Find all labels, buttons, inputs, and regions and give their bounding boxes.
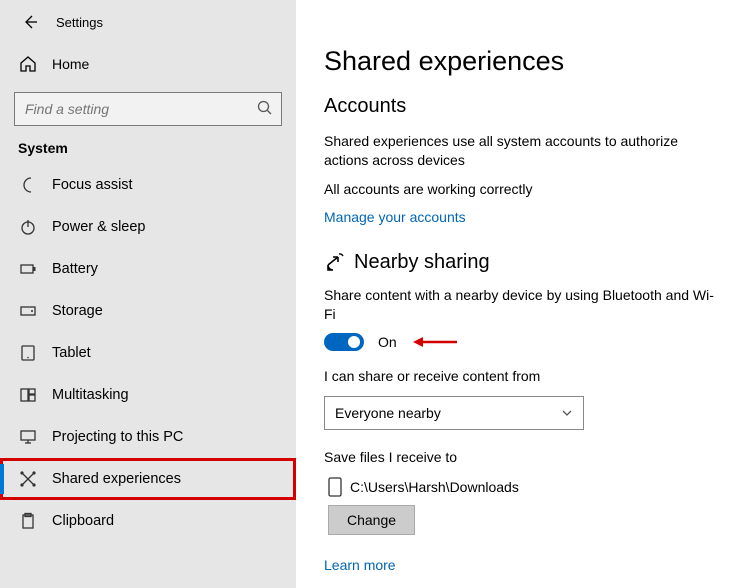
sidebar-item-label: Power & sleep — [52, 219, 146, 235]
sidebar-nav: Focus assist Power & sleep Battery Stora… — [0, 164, 296, 542]
manage-accounts-link[interactable]: Manage your accounts — [324, 209, 466, 225]
chevron-down-icon — [561, 407, 573, 419]
sidebar-item-label: Shared experiences — [52, 471, 181, 487]
accounts-body: Shared experiences use all system accoun… — [324, 132, 714, 170]
save-to-path: C:\Users\Harsh\Downloads — [350, 479, 519, 495]
sidebar-item-label: Battery — [52, 261, 98, 277]
sidebar-item-label: Projecting to this PC — [52, 429, 183, 445]
search-field-wrap — [14, 92, 282, 126]
sidebar-item-projecting[interactable]: Projecting to this PC — [0, 416, 296, 458]
learn-more-link[interactable]: Learn more — [324, 557, 396, 573]
nearby-section: Nearby sharing Share content with a near… — [324, 251, 714, 574]
sidebar-item-label: Clipboard — [52, 513, 114, 529]
sidebar-item-home[interactable]: Home — [0, 44, 296, 84]
accounts-heading: Accounts — [324, 95, 714, 118]
sidebar: Settings Home System Focus assist Power … — [0, 0, 296, 588]
sidebar-item-power-sleep[interactable]: Power & sleep — [0, 206, 296, 248]
annotation-arrow-icon — [413, 335, 457, 349]
moon-icon — [18, 176, 38, 194]
sidebar-item-label: Focus assist — [52, 177, 133, 193]
share-from-select[interactable]: Everyone nearby — [324, 396, 584, 430]
sidebar-item-multitasking[interactable]: Multitasking — [0, 374, 296, 416]
sidebar-item-tablet[interactable]: Tablet — [0, 332, 296, 374]
battery-icon — [18, 260, 38, 278]
arrow-left-icon — [22, 14, 38, 30]
share-icon — [324, 251, 346, 273]
search-icon — [256, 99, 274, 117]
titlebar: Settings — [0, 0, 296, 44]
share-from-label: I can share or receive content from — [324, 367, 714, 386]
back-button[interactable] — [18, 10, 42, 34]
share-from-value: Everyone nearby — [335, 405, 441, 421]
nearby-body: Share content with a nearby device by us… — [324, 286, 714, 324]
device-icon — [328, 477, 342, 497]
page-title: Shared experiences — [324, 46, 714, 77]
sidebar-item-battery[interactable]: Battery — [0, 248, 296, 290]
nearby-heading: Nearby sharing — [354, 251, 490, 274]
power-icon — [18, 218, 38, 236]
sidebar-item-label: Tablet — [52, 345, 91, 361]
accounts-status: All accounts are working correctly — [324, 180, 714, 199]
change-button[interactable]: Change — [328, 505, 415, 535]
sidebar-item-shared-experiences[interactable]: Shared experiences — [0, 458, 296, 500]
main-content: Shared experiences Accounts Shared exper… — [296, 0, 734, 588]
project-icon — [18, 428, 38, 446]
home-label: Home — [52, 56, 89, 72]
storage-icon — [18, 302, 38, 320]
search-input[interactable] — [14, 92, 282, 126]
category-heading: System — [0, 140, 296, 164]
sidebar-item-focus-assist[interactable]: Focus assist — [0, 164, 296, 206]
app-title: Settings — [56, 15, 103, 30]
sidebar-item-clipboard[interactable]: Clipboard — [0, 500, 296, 542]
clipboard-icon — [18, 512, 38, 530]
nearby-toggle[interactable] — [324, 333, 364, 351]
toggle-state-label: On — [378, 334, 397, 350]
sidebar-item-label: Multitasking — [52, 387, 129, 403]
sidebar-item-label: Storage — [52, 303, 103, 319]
save-to-label: Save files I receive to — [324, 448, 714, 467]
home-icon — [18, 55, 38, 73]
multitask-icon — [18, 386, 38, 404]
shared-icon — [18, 470, 38, 488]
tablet-icon — [18, 344, 38, 362]
sidebar-item-storage[interactable]: Storage — [0, 290, 296, 332]
accounts-section: Accounts Shared experiences use all syst… — [324, 95, 714, 225]
